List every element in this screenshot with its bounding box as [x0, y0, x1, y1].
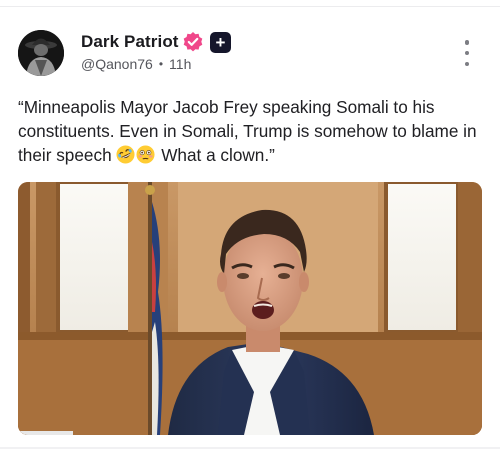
post-text-tail: What a clown.”: [156, 145, 275, 165]
verified-badge-icon: [182, 31, 204, 53]
author-handle[interactable]: @Qanon76: [81, 56, 153, 72]
post-card: Dark Patriot + @Qanon76 • 11h “Minneapol…: [0, 0, 500, 449]
meta-separator: •: [158, 57, 164, 71]
rolling-on-floor-laughing-emoji: [116, 145, 135, 164]
plus-badge-icon: +: [210, 32, 231, 53]
video-frame-image: [18, 182, 482, 435]
more-vertical-icon[interactable]: [459, 40, 475, 66]
avatar-figure-image: [18, 30, 64, 76]
author-name[interactable]: Dark Patriot: [81, 32, 179, 52]
author-meta: @Qanon76 • 11h: [81, 56, 191, 72]
post-text: “Minneapolis Mayor Jacob Frey speaking S…: [18, 95, 488, 167]
post-video-thumbnail[interactable]: [18, 182, 482, 435]
flushed-face-emoji: [136, 145, 155, 164]
post-timestamp: 11h: [169, 56, 192, 72]
author-avatar[interactable]: [18, 30, 64, 76]
